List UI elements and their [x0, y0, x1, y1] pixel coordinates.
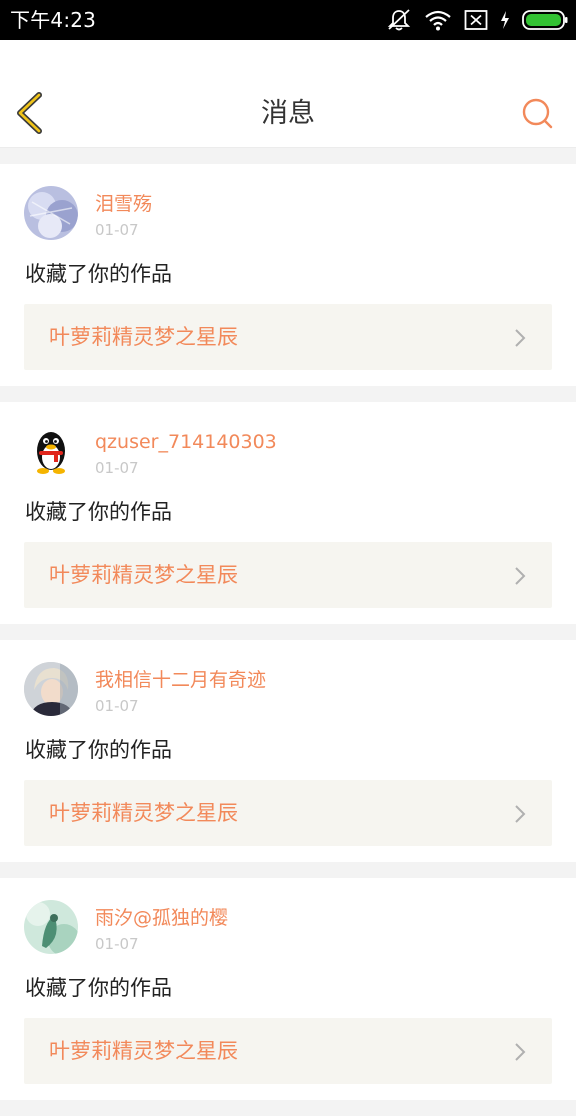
avatar[interactable] [24, 186, 78, 240]
avatar[interactable] [24, 900, 78, 954]
message-date: 01-07 [95, 935, 139, 953]
chevron-right-icon [515, 805, 526, 823]
message-card: 泪雪殇 01-07 收藏了你的作品 叶萝莉精灵梦之星辰 [0, 164, 576, 386]
page-title: 消息 [261, 98, 315, 129]
message-action: 收藏了你的作品 [25, 262, 172, 286]
work-link[interactable]: 叶萝莉精灵梦之星辰 [24, 780, 552, 846]
username-link[interactable]: 我相信十二月有奇迹 [95, 668, 266, 692]
message-card: qzuser_714140303 01-07 收藏了你的作品 叶萝莉精灵梦之星辰 [0, 402, 576, 624]
work-title: 叶萝莉精灵梦之星辰 [49, 563, 238, 587]
status-bar: 下午4:23 [0, 0, 576, 40]
username-link[interactable]: qzuser_714140303 [95, 430, 277, 454]
work-title: 叶萝莉精灵梦之星辰 [49, 801, 238, 825]
status-time: 下午4:23 [10, 8, 97, 32]
work-link[interactable]: 叶萝莉精灵梦之星辰 [24, 1018, 552, 1084]
username-link[interactable]: 雨汐@孤独的樱 [95, 906, 228, 930]
wifi-icon [424, 9, 452, 31]
avatar[interactable] [24, 662, 78, 716]
message-card: 我相信十二月有奇迹 01-07 收藏了你的作品 叶萝莉精灵梦之星辰 [0, 640, 576, 862]
work-title: 叶萝莉精灵梦之星辰 [49, 1039, 238, 1063]
mute-icon [386, 8, 412, 32]
battery-icon [522, 9, 568, 31]
message-action: 收藏了你的作品 [25, 500, 172, 524]
message-date: 01-07 [95, 221, 139, 239]
search-button[interactable] [520, 96, 554, 130]
work-link[interactable]: 叶萝莉精灵梦之星辰 [24, 304, 552, 370]
avatar[interactable] [24, 424, 78, 478]
message-card: 雨汐@孤独的樱 01-07 收藏了你的作品 叶萝莉精灵梦之星辰 [0, 878, 576, 1100]
no-sim-icon [464, 9, 488, 31]
charging-icon [500, 10, 510, 30]
chevron-right-icon [515, 329, 526, 347]
search-icon [522, 98, 553, 129]
username-link[interactable]: 泪雪殇 [95, 192, 152, 216]
chevron-right-icon [515, 1043, 526, 1061]
work-title: 叶萝莉精灵梦之星辰 [49, 325, 238, 349]
work-link[interactable]: 叶萝莉精灵梦之星辰 [24, 542, 552, 608]
message-action: 收藏了你的作品 [25, 976, 172, 1000]
chevron-right-icon [515, 567, 526, 585]
app-header: 消息 [0, 40, 576, 148]
message-list: 泪雪殇 01-07 收藏了你的作品 叶萝莉精灵梦之星辰 qzuser_71414… [0, 164, 576, 1116]
message-action: 收藏了你的作品 [25, 738, 172, 762]
status-icons [386, 6, 568, 34]
message-date: 01-07 [95, 459, 139, 477]
message-date: 01-07 [95, 697, 139, 715]
